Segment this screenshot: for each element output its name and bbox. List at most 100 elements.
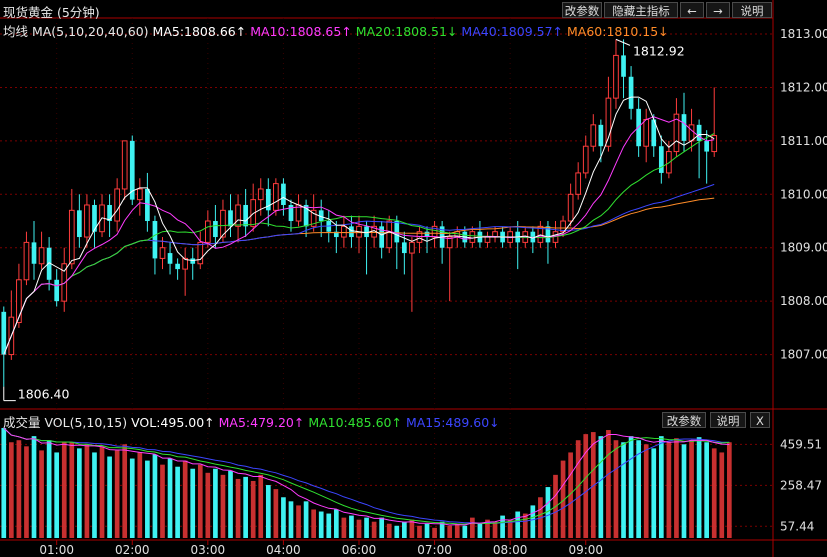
candle-down-body xyxy=(704,140,710,152)
help-button[interactable]: 说明 xyxy=(732,2,772,18)
volume-value: VOL:495.00↑ xyxy=(131,415,215,430)
volume-bar-up xyxy=(220,474,226,538)
time-tick-label: 07:00 xyxy=(417,543,452,557)
volume-bar-down xyxy=(303,501,309,538)
candle-up-body xyxy=(567,193,574,222)
volume-bar-down xyxy=(621,442,626,538)
candle-up-body xyxy=(643,119,650,147)
volume-indicator-name: 成交量 VOL(5,10,15) xyxy=(3,415,128,430)
volume-bar-down xyxy=(145,460,150,538)
candle-up-body xyxy=(484,236,491,243)
volume-bar-down xyxy=(704,442,710,538)
volume-bar-up xyxy=(205,472,211,538)
volume-ma10-line xyxy=(3,427,730,525)
candle-up-body xyxy=(38,247,45,265)
volume-bar-down xyxy=(658,436,664,538)
volume-bar-up xyxy=(197,464,203,538)
volume-bar-up xyxy=(69,442,75,538)
volume-bar-up xyxy=(122,444,128,538)
candle-down-body xyxy=(402,242,407,254)
volume-bar-up xyxy=(606,430,611,538)
candle-down-body xyxy=(54,279,60,302)
ma10-value: MA10:1808.65↑ xyxy=(250,24,352,39)
ma40-value: MA40:1809.57↑ xyxy=(461,24,564,39)
volume-bar-down xyxy=(394,525,400,538)
volume-ma5-value: MA5:479.20↑ xyxy=(218,415,305,430)
volume-bar-up xyxy=(583,434,589,538)
volume-bar-up xyxy=(643,444,649,538)
candle-down-body xyxy=(696,124,702,141)
volume-bar-up xyxy=(454,523,460,538)
candle-up-body xyxy=(204,220,211,243)
volume-bar-down xyxy=(696,437,702,538)
time-tick-label: 01:00 xyxy=(39,543,74,557)
candle-down-body xyxy=(394,221,400,243)
candle-down-body xyxy=(598,124,604,147)
low-annotation: 1806.40 xyxy=(18,387,70,402)
scroll-left-button[interactable]: ← xyxy=(680,2,704,18)
candle-down-body xyxy=(31,242,37,264)
scroll-right-button[interactable]: → xyxy=(706,2,730,18)
volume-ma5-line xyxy=(3,427,730,526)
volume-legend: 成交量 VOL(5,10,15) VOL:495.00↑ MA5:479.20↑… xyxy=(3,412,500,431)
candle-up-body xyxy=(23,241,30,281)
candle-down-body xyxy=(77,210,82,238)
candle-down-body xyxy=(349,226,354,238)
hide-main-indicator-button[interactable]: 隐藏主指标 xyxy=(604,2,678,18)
volume-close-button[interactable]: X xyxy=(750,412,770,428)
price-tick-label: 1811.00 xyxy=(780,134,827,148)
candle-up-body xyxy=(84,204,90,238)
volume-bar-down xyxy=(107,456,112,538)
volume-bar-down xyxy=(228,470,233,538)
volume-bar-down xyxy=(243,476,248,538)
chart-canvas: 1813.00 1812.00 1811.00 1810.00 1809.00 1808.… xyxy=(0,0,827,557)
candle-down-body xyxy=(281,183,286,205)
volume-bar-down xyxy=(213,468,218,538)
volume-bar-down xyxy=(379,517,385,538)
volume-bar-up xyxy=(689,440,694,538)
volume-bar-up xyxy=(522,513,528,538)
change-params-button[interactable]: 改参数 xyxy=(562,2,602,18)
volume-tick-label: 57.44 xyxy=(780,519,814,533)
volume-ma15-value: MA15:489.60↓ xyxy=(405,415,500,430)
volume-bar-down xyxy=(515,511,521,538)
volume-bar-up xyxy=(311,509,316,538)
volume-bar-up xyxy=(470,517,475,538)
volume-bar-up xyxy=(250,480,256,538)
volume-bar-up xyxy=(8,442,14,538)
volume-bar-up xyxy=(341,517,347,538)
volume-bar-down xyxy=(402,521,407,538)
volume-help-button[interactable]: 说明 xyxy=(710,412,746,428)
candle-up-body xyxy=(409,241,415,254)
volume-ma10-value: MA10:485.60↑ xyxy=(308,415,402,430)
volume-bar-up xyxy=(417,525,422,538)
candle-down-body xyxy=(243,204,248,227)
candle-up-body xyxy=(136,188,143,201)
volume-params-button[interactable]: 改参数 xyxy=(662,412,706,428)
high-marker-line xyxy=(615,38,631,46)
volume-bar-up xyxy=(99,446,105,538)
time-tick-label: 04:00 xyxy=(266,543,301,557)
volume-bar-down xyxy=(651,448,657,538)
volume-bar-down xyxy=(318,511,324,538)
volume-bar-up xyxy=(258,474,264,538)
candle-up-body xyxy=(114,188,120,222)
volume-bar-up xyxy=(666,442,672,538)
ma5-value: MA5:1808.66↑ xyxy=(152,24,247,39)
candle-down-body xyxy=(628,76,634,109)
main-legend: 均线 MA(5,10,20,40,60) MA5:1808.66↑ MA10:1… xyxy=(3,21,669,40)
volume-bar-up xyxy=(575,440,581,538)
candle-down-body xyxy=(621,55,626,77)
candle-down-body xyxy=(167,253,173,264)
volume-bar-up xyxy=(356,519,362,538)
candle-up-body xyxy=(341,225,347,238)
volume-bar-up xyxy=(24,446,29,538)
volume-bar-up xyxy=(114,450,120,538)
candle-up-body xyxy=(575,172,582,195)
time-tick-label: 06:00 xyxy=(342,543,377,557)
volume-bar-up xyxy=(492,521,498,538)
volume-ma15-line xyxy=(3,427,730,524)
time-tick-label: 02:00 xyxy=(115,543,150,557)
candle-down-body xyxy=(190,258,196,264)
candle-up-body xyxy=(590,124,597,147)
